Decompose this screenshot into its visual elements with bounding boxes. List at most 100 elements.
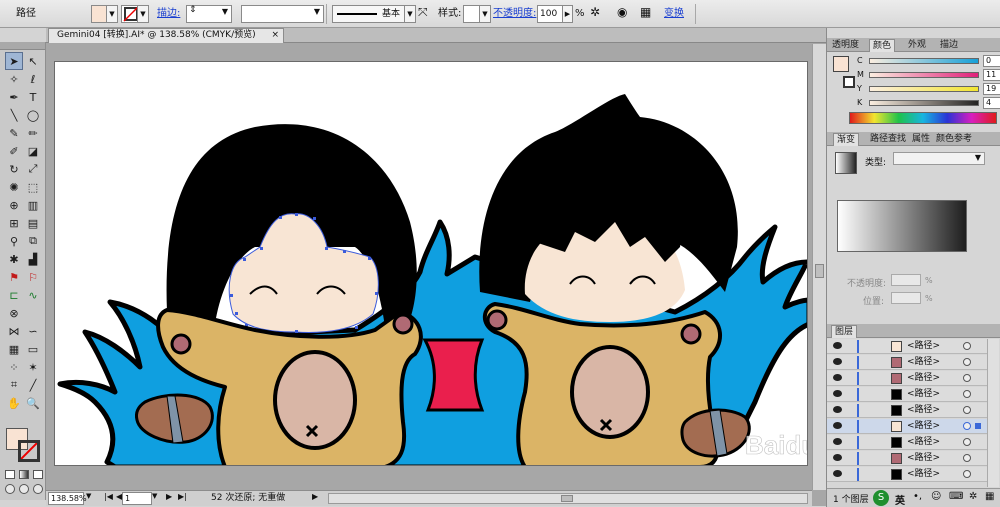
- close-tab-icon[interactable]: ×: [271, 29, 279, 42]
- ellipse-tool-icon[interactable]: ◯: [24, 106, 42, 124]
- zoom-tool-icon[interactable]: 🔍: [24, 394, 42, 412]
- right-button-right[interactable]: [680, 323, 702, 345]
- artboard-number-field[interactable]: 1: [122, 492, 152, 505]
- zoom-field[interactable]: 138.58%: [48, 492, 87, 505]
- eye-icon[interactable]: [833, 454, 842, 461]
- tab-color[interactable]: 颜色: [869, 39, 896, 52]
- knife-tool-icon[interactable]: ╱: [24, 376, 42, 394]
- width-tool-icon[interactable]: ⋈: [5, 322, 23, 340]
- ime-logo-icon[interactable]: S: [873, 490, 889, 506]
- eye-icon[interactable]: [833, 358, 842, 365]
- warp-curve-tool-icon[interactable]: ∽: [24, 322, 42, 340]
- layer-row[interactable]: <路径>: [827, 387, 987, 402]
- target-icon[interactable]: [963, 470, 971, 478]
- magenta-gradient-bar[interactable]: [869, 72, 979, 78]
- right-belly[interactable]: [570, 345, 650, 439]
- selection-indicator[interactable]: [975, 423, 981, 429]
- gradient-mode-icon[interactable]: [19, 470, 29, 479]
- yellow-gradient-bar[interactable]: [869, 86, 979, 92]
- scatter-graph-tool-icon[interactable]: ⁘: [5, 358, 23, 376]
- ime-language-label[interactable]: 英: [895, 492, 905, 507]
- layer-row[interactable]: <路径>: [827, 355, 987, 370]
- ime-emoji-icon[interactable]: ☺: [931, 491, 941, 502]
- draw-inside-icon[interactable]: [33, 484, 43, 494]
- lasso-tool-icon[interactable]: ℓ: [24, 70, 42, 88]
- next-artboard-icon[interactable]: ▶: [166, 492, 172, 501]
- cyan-value[interactable]: 0: [983, 55, 1000, 67]
- vertical-scroll-thumb[interactable]: [815, 264, 824, 278]
- type-tool-icon[interactable]: T: [24, 88, 42, 106]
- stroke-dropdown[interactable]: ▼: [137, 5, 149, 23]
- zoom-dropdown-icon[interactable]: ▼: [86, 492, 91, 500]
- gradient-slider-bar[interactable]: [837, 200, 967, 252]
- draw-behind-icon[interactable]: [19, 484, 29, 494]
- right-button-left[interactable]: [486, 309, 508, 331]
- mesh-tool-icon[interactable]: ⊞: [5, 214, 23, 232]
- arrange-icon[interactable]: ⤧: [418, 5, 428, 20]
- eye-icon[interactable]: [833, 422, 842, 429]
- stroke-link[interactable]: 描边:: [157, 5, 180, 23]
- target-icon[interactable]: [963, 390, 971, 398]
- opacity-link[interactable]: 不透明度:: [493, 5, 536, 23]
- gradient-preview-swatch[interactable]: [835, 152, 857, 174]
- gradient-type-select[interactable]: ▼: [893, 152, 985, 165]
- ime-keyboard-icon[interactable]: ⌨: [949, 491, 963, 502]
- tab-color-guide[interactable]: 颜色参考: [933, 133, 975, 146]
- eye-icon[interactable]: [833, 470, 842, 477]
- eye-icon[interactable]: [833, 374, 842, 381]
- variable-width-field[interactable]: ▼: [241, 5, 324, 23]
- eye-icon[interactable]: [833, 438, 842, 445]
- yellow-value[interactable]: 19: [983, 83, 1000, 95]
- shape-builder-tool-icon[interactable]: ⊕: [5, 196, 23, 214]
- color-mode-icon[interactable]: [5, 470, 15, 479]
- eye-icon[interactable]: [833, 390, 842, 397]
- layer-row[interactable]: <路径>: [827, 451, 987, 466]
- left-button-left[interactable]: [170, 333, 192, 355]
- layer-row[interactable]: <路径>: [827, 403, 987, 418]
- gradient-position-field[interactable]: [891, 292, 921, 304]
- live-paint-selection-tool-icon[interactable]: ⚐: [24, 268, 42, 286]
- black-slider[interactable]: K 4: [857, 97, 1000, 110]
- perspective-grid-tool-icon[interactable]: ▥: [24, 196, 42, 214]
- artboard-tool-icon[interactable]: ⊏: [5, 286, 23, 304]
- draw-normal-icon[interactable]: [5, 484, 15, 494]
- stroke-weight-field[interactable]: ▼ ⇕: [186, 5, 232, 23]
- live-paint-bucket-tool-icon[interactable]: ⚑: [5, 268, 23, 286]
- ime-toolbox-icon[interactable]: ▦: [985, 491, 994, 502]
- symbol-sprayer-tool-icon[interactable]: ✱: [5, 250, 23, 268]
- tab-attributes[interactable]: 属性: [909, 133, 933, 146]
- fill-dropdown[interactable]: ▼: [106, 5, 118, 23]
- eraser-tool-icon[interactable]: ◪: [24, 142, 42, 160]
- direct-selection-tool-icon[interactable]: ↖: [24, 52, 42, 70]
- crop-tool-icon[interactable]: ⌗: [5, 376, 23, 394]
- layer-row[interactable]: <路径>: [827, 435, 987, 450]
- blob-brush-tool-icon[interactable]: ✐: [5, 142, 23, 160]
- recolor-icon[interactable]: ✲: [590, 5, 600, 19]
- color-spectrum-bar[interactable]: [849, 112, 997, 124]
- layer-row-selected[interactable]: <路径>: [827, 419, 987, 434]
- last-artboard-icon[interactable]: ▶|: [178, 492, 187, 501]
- eyedropper-tool-icon[interactable]: ⚲: [5, 232, 23, 250]
- tab-transparency[interactable]: 透明度: [829, 39, 862, 52]
- center-red-mark[interactable]: [422, 338, 485, 412]
- ime-settings-icon[interactable]: ✲: [969, 491, 977, 502]
- eye-icon[interactable]: [833, 342, 842, 349]
- scale-tool-icon[interactable]: ⤢: [24, 160, 42, 178]
- column-graph-tool-icon[interactable]: ▦: [5, 340, 23, 358]
- brush-definition-field[interactable]: 基本: [332, 5, 410, 23]
- target-icon[interactable]: [963, 438, 971, 446]
- target-icon[interactable]: [963, 358, 971, 366]
- none-mode-icon[interactable]: [33, 470, 43, 479]
- magic-wand-tool-icon[interactable]: ✧: [5, 70, 23, 88]
- tab-gradient[interactable]: 渐变: [833, 133, 860, 146]
- target-icon[interactable]: [963, 422, 971, 430]
- stroke-color-box[interactable]: [18, 440, 40, 462]
- tools-panel-header[interactable]: [0, 42, 45, 50]
- align-icon[interactable]: ▦: [640, 5, 651, 19]
- hand-tool-icon[interactable]: ✋: [5, 394, 23, 412]
- yellow-slider[interactable]: Y 19: [857, 83, 1000, 96]
- panel-stroke-swatch[interactable]: [843, 76, 855, 88]
- warp-tool-icon[interactable]: ✺: [5, 178, 23, 196]
- paintbrush-tool-icon[interactable]: ✎: [5, 124, 23, 142]
- opacity-dropdown[interactable]: ▶: [562, 5, 573, 23]
